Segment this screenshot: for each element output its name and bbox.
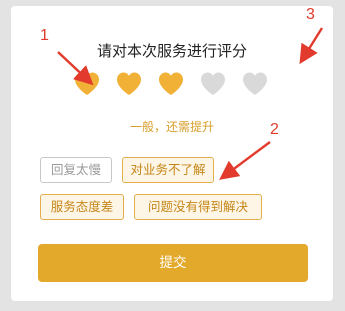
annotation-label-2: 2 (270, 121, 279, 138)
rating-dialog: 请对本次服务进行评分 一般，还需提升 回复太慢 对业务不了解 服务态度差 问题没… (11, 6, 333, 301)
heart-rating[interactable] (73, 70, 269, 104)
annotation-label-3: 3 (306, 6, 315, 23)
heart-1-icon[interactable] (73, 70, 101, 98)
tag-business-unfamiliar[interactable]: 对业务不了解 (122, 157, 214, 183)
heart-3-icon[interactable] (157, 70, 185, 98)
heart-5-icon[interactable] (241, 70, 269, 98)
rating-description: 一般，还需提升 (129, 120, 214, 134)
heart-2-icon[interactable] (115, 70, 143, 98)
tag-problem-unsolved[interactable]: 问题没有得到解决 (134, 194, 262, 220)
tag-reply-slow[interactable]: 回复太慢 (40, 157, 112, 183)
submit-button[interactable]: 提交 (38, 244, 308, 282)
dialog-title: 请对本次服务进行评分 (96, 42, 247, 60)
tag-bad-attitude[interactable]: 服务态度差 (40, 194, 124, 220)
heart-4-icon[interactable] (199, 70, 227, 98)
annotation-label-1: 1 (40, 27, 49, 44)
